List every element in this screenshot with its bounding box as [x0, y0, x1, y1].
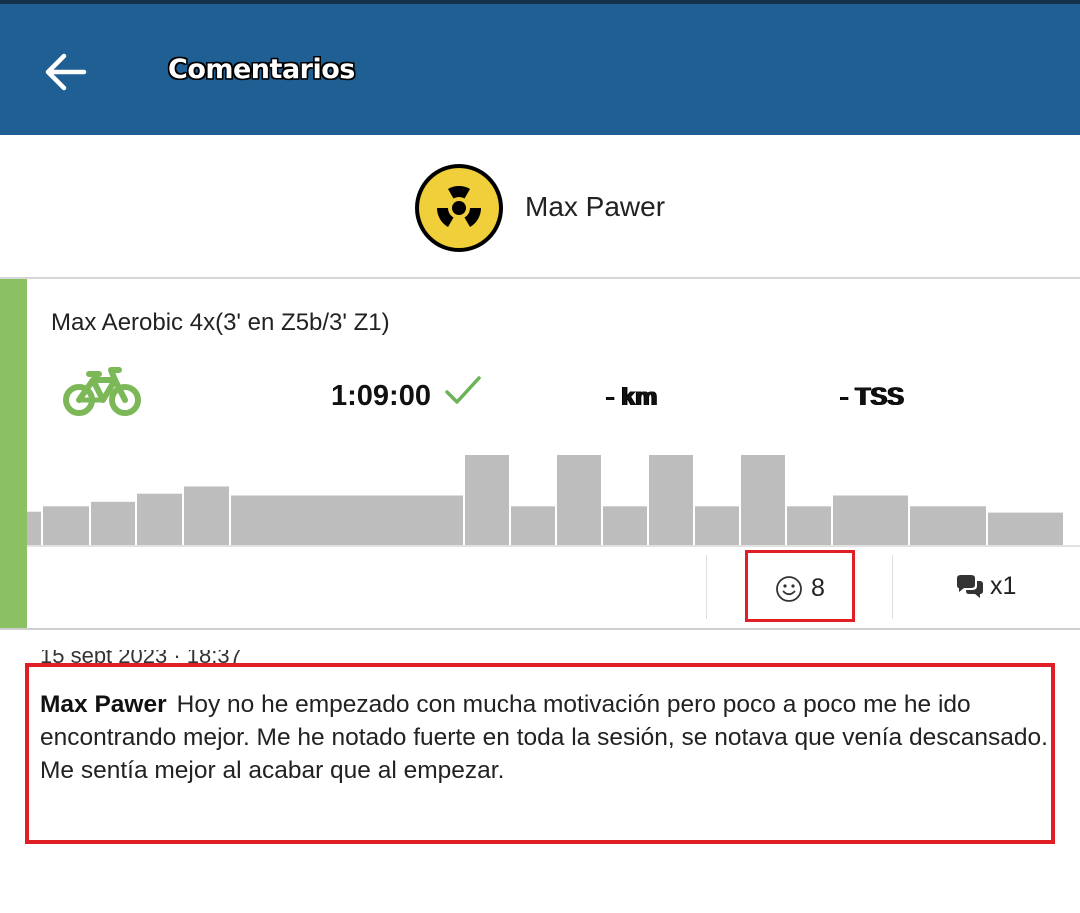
profile-bar — [741, 455, 785, 545]
profile-bar — [910, 506, 986, 545]
profile-bar — [137, 493, 182, 545]
page-title: Comentarios — [168, 54, 355, 85]
comment-author[interactable]: Max Pawer — [40, 691, 167, 718]
profile-bar — [27, 511, 41, 545]
comments-count: x1 — [990, 572, 1017, 600]
card-divider — [27, 545, 1080, 547]
profile-bar — [649, 455, 693, 545]
comment-body: Hoy no he empezado con mucha motivación … — [40, 691, 1048, 784]
rating-button[interactable]: 8 — [745, 550, 855, 622]
profile-bar — [603, 506, 647, 545]
arrow-left-icon — [45, 53, 87, 91]
profile-bar — [91, 501, 135, 545]
comment-item: Max Pawer Hoy no he empezado con mucha mo… — [40, 688, 1050, 787]
profile-bar — [695, 506, 739, 545]
workout-card[interactable]: Max Aerobic 4x(3' en Z5b/3' Z1) 1:09:00 … — [0, 279, 1080, 629]
column-separator — [706, 555, 707, 619]
profile-bar — [787, 506, 831, 545]
profile-bar — [43, 506, 89, 545]
comments-button[interactable]: x1 — [950, 567, 1060, 611]
checkmark-icon — [445, 376, 481, 404]
divider — [0, 628, 1080, 630]
profile-bar — [988, 512, 1063, 545]
app-bar: Comentarios — [0, 4, 1080, 135]
profile-bar — [833, 495, 908, 545]
chat-bubbles-icon — [957, 575, 983, 598]
workout-title: Max Aerobic 4x(3' en Z5b/3' Z1) — [51, 309, 390, 336]
smiley-icon — [776, 576, 802, 602]
workout-distance: - km — [606, 383, 658, 411]
radioactive-icon — [415, 164, 503, 252]
workout-duration: 1:09:00 — [331, 380, 431, 412]
profile-bar — [511, 506, 555, 545]
profile-bar — [557, 455, 601, 545]
column-separator — [892, 555, 893, 619]
rating-value: 8 — [811, 574, 825, 602]
intensity-profile-chart — [27, 455, 1063, 545]
sport-color-bar — [0, 279, 27, 629]
workout-tss: - TSS — [840, 383, 904, 411]
athlete-header: Max Pawer — [0, 135, 1080, 277]
bicycle-icon — [63, 367, 141, 416]
back-button[interactable] — [40, 46, 92, 98]
athlete-name[interactable]: Max Pawer — [525, 191, 665, 223]
profile-bar — [231, 495, 463, 545]
profile-bar — [184, 486, 229, 545]
profile-bar — [465, 455, 509, 545]
